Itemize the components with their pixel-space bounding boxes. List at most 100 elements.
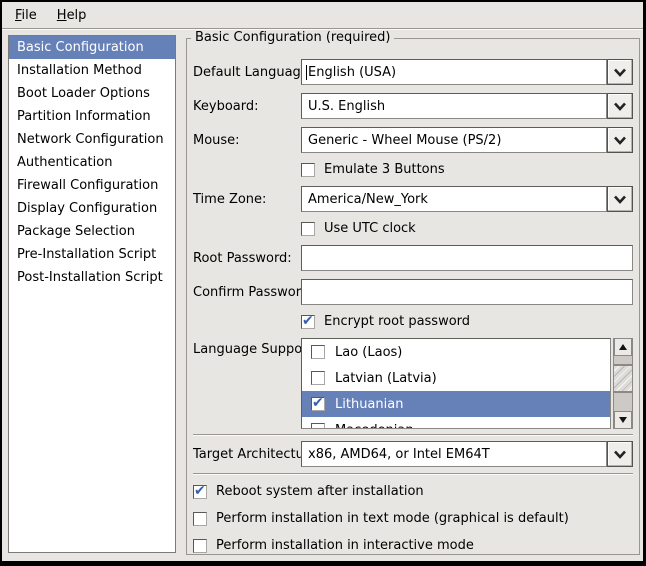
- language-item-label: Lao (Laos): [335, 345, 402, 360]
- language-support-list: Lao (Laos) Latvian (Latvia) Lithuanian Mace…: [301, 338, 611, 429]
- sidebar-list: Basic ConfigurationInstallation MethodBo…: [8, 35, 176, 553]
- frame-title: Basic Configuration (required): [191, 30, 394, 45]
- target-architecture-label: Target Architecture:: [193, 447, 301, 462]
- mouse-label: Mouse:: [193, 133, 301, 148]
- target-architecture-entry[interactable]: x86, AMD64, or Intel EM64T: [301, 441, 607, 467]
- keyboard-label: Keyboard:: [193, 99, 301, 114]
- default-language-dropdown-button[interactable]: [607, 59, 633, 85]
- language-item-label: Macedonian: [335, 423, 414, 430]
- checkbox-icon[interactable]: [311, 397, 325, 411]
- checkbox-icon: [193, 539, 207, 553]
- time-zone-row: Time Zone: America/New_York: [193, 186, 633, 212]
- arrow-down-icon: [619, 417, 627, 423]
- language-item-lithuanian[interactable]: Lithuanian: [302, 391, 610, 417]
- confirm-password-label: Confirm Password:: [193, 285, 301, 300]
- confirm-password-field[interactable]: [301, 279, 633, 305]
- language-item-label: Latvian (Latvia): [335, 371, 437, 386]
- list-scrollbar[interactable]: [613, 338, 633, 429]
- mouse-value: Generic - Wheel Mouse (PS/2): [305, 133, 501, 148]
- default-language-row: Default Language: English (USA): [193, 59, 633, 85]
- reboot-after-install-label: Reboot system after installation: [216, 484, 424, 499]
- sidebar-item-installation-method[interactable]: Installation Method: [9, 59, 175, 82]
- chevron-down-icon: [613, 68, 627, 77]
- time-zone-dropdown-button[interactable]: [607, 186, 633, 212]
- target-architecture-dropdown-button[interactable]: [607, 441, 633, 467]
- sidebar-item-firewall-configuration[interactable]: Firewall Configuration: [9, 174, 175, 197]
- encrypt-root-password-checkbox[interactable]: Encrypt root password: [301, 314, 633, 329]
- menu-item-help[interactable]: Help: [48, 5, 96, 26]
- sidebar-item-basic-configuration[interactable]: Basic Configuration: [9, 36, 175, 59]
- language-item-label: Lithuanian: [335, 397, 403, 412]
- language-support-listbox: Lao (Laos) Latvian (Latvia) Lithuanian Mace…: [301, 338, 633, 429]
- keyboard-entry[interactable]: U.S. English: [301, 93, 607, 119]
- use-utc-clock-label: Use UTC clock: [324, 221, 416, 236]
- scroll-down-button[interactable]: [614, 411, 632, 428]
- time-zone-entry[interactable]: America/New_York: [301, 186, 607, 212]
- checkbox-icon[interactable]: [311, 371, 325, 385]
- sidebar-item-display-configuration[interactable]: Display Configuration: [9, 197, 175, 220]
- sidebar-item-post-installation-script[interactable]: Post-Installation Script: [9, 266, 175, 289]
- text-mode-install-label: Perform installation in text mode (graph…: [216, 511, 569, 526]
- sidebar-item-package-selection[interactable]: Package Selection: [9, 220, 175, 243]
- encrypt-root-password-label: Encrypt root password: [324, 314, 470, 329]
- mouse-combo: Generic - Wheel Mouse (PS/2): [301, 127, 633, 153]
- checkbox-icon: [193, 512, 207, 526]
- checkbox-icon[interactable]: [311, 345, 325, 359]
- default-language-combo: English (USA): [301, 59, 633, 85]
- keyboard-dropdown-button[interactable]: [607, 93, 633, 119]
- scroll-up-button[interactable]: [614, 339, 632, 356]
- time-zone-label: Time Zone:: [193, 192, 301, 207]
- mouse-entry[interactable]: Generic - Wheel Mouse (PS/2): [301, 127, 607, 153]
- arrow-up-icon: [619, 344, 627, 350]
- emulate-3-buttons-label: Emulate 3 Buttons: [324, 162, 445, 177]
- scrollbar-thumb[interactable]: [614, 365, 632, 392]
- mouse-row: Mouse: Generic - Wheel Mouse (PS/2): [193, 127, 633, 153]
- checkbox-icon: [301, 163, 315, 177]
- time-zone-value: America/New_York: [305, 192, 428, 207]
- root-password-field[interactable]: [301, 245, 633, 271]
- language-item-latvian-latvia[interactable]: Latvian (Latvia): [302, 365, 610, 391]
- root-password-row: Root Password:: [193, 245, 633, 271]
- chevron-down-icon: [613, 136, 627, 145]
- menu-bar: FileHelp: [2, 2, 643, 29]
- reboot-after-install-checkbox[interactable]: Reboot system after installation: [193, 484, 633, 499]
- use-utc-clock-checkbox[interactable]: Use UTC clock: [301, 221, 633, 236]
- chevron-down-icon: [613, 102, 627, 111]
- keyboard-row: Keyboard: U.S. English: [193, 93, 633, 119]
- language-item-lao-laos[interactable]: Lao (Laos): [302, 339, 610, 365]
- keyboard-value: U.S. English: [305, 99, 385, 114]
- chevron-down-icon: [613, 195, 627, 204]
- language-support-row: Language Support: Lao (Laos) Latvian (Lat…: [193, 338, 633, 429]
- chevron-down-icon: [613, 450, 627, 459]
- checkbox-icon: [301, 222, 315, 236]
- kickstart-configurator-window: FileHelp Basic ConfigurationInstallation…: [0, 0, 646, 566]
- sidebar-item-boot-loader-options[interactable]: Boot Loader Options: [9, 82, 175, 105]
- sidebar-item-authentication[interactable]: Authentication: [9, 151, 175, 174]
- target-architecture-combo: x86, AMD64, or Intel EM64T: [301, 441, 633, 467]
- checkbox-icon[interactable]: [311, 423, 325, 429]
- target-architecture-value: x86, AMD64, or Intel EM64T: [305, 447, 490, 462]
- target-architecture-row: Target Architecture: x86, AMD64, or Inte…: [193, 441, 633, 467]
- emulate-3-buttons-checkbox[interactable]: Emulate 3 Buttons: [301, 162, 633, 177]
- sidebar-item-pre-installation-script[interactable]: Pre-Installation Script: [9, 243, 175, 266]
- text-mode-install-checkbox[interactable]: Perform installation in text mode (graph…: [193, 511, 633, 526]
- time-zone-combo: America/New_York: [301, 186, 633, 212]
- content-area: Basic ConfigurationInstallation MethodBo…: [2, 29, 643, 561]
- sidebar-item-partition-information[interactable]: Partition Information: [9, 105, 175, 128]
- language-support-label: Language Support:: [193, 338, 301, 357]
- interactive-mode-install-checkbox[interactable]: Perform installation in interactive mode: [193, 538, 633, 553]
- default-language-value: English (USA): [308, 65, 396, 80]
- separator: [193, 473, 633, 475]
- root-password-label: Root Password:: [193, 251, 301, 266]
- sidebar-item-network-configuration[interactable]: Network Configuration: [9, 128, 175, 151]
- default-language-label: Default Language:: [193, 65, 301, 80]
- keyboard-combo: U.S. English: [301, 93, 633, 119]
- mouse-dropdown-button[interactable]: [607, 127, 633, 153]
- interactive-mode-install-label: Perform installation in interactive mode: [216, 538, 474, 553]
- language-item-macedonian[interactable]: Macedonian: [302, 417, 610, 429]
- checkbox-icon: [301, 315, 315, 329]
- default-language-entry[interactable]: English (USA): [301, 59, 607, 85]
- menu-item-file[interactable]: File: [6, 5, 46, 26]
- confirm-password-row: Confirm Password:: [193, 279, 633, 305]
- checkbox-icon: [193, 485, 207, 499]
